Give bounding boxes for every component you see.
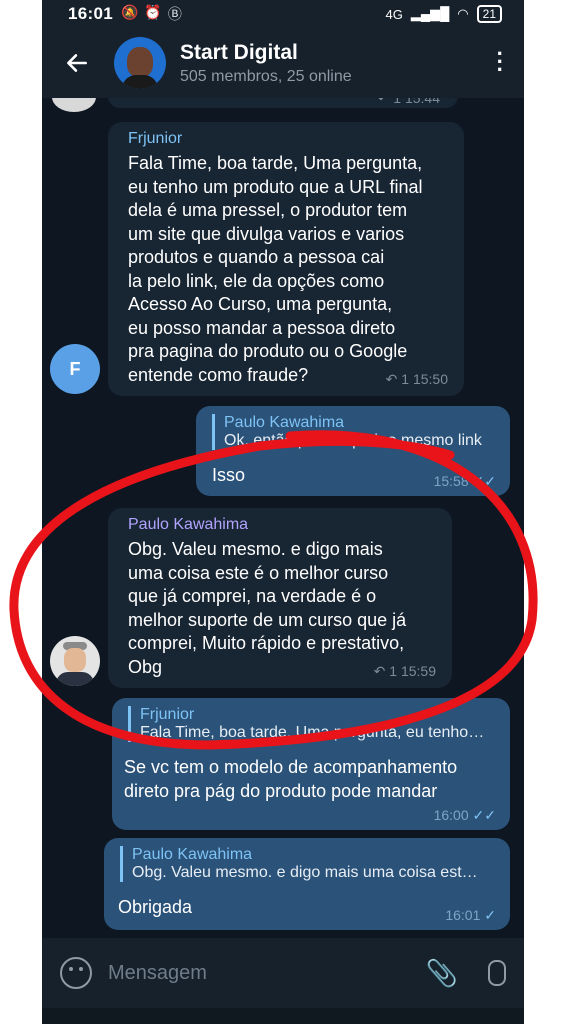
message-text: Fala Time, boa tarde, Uma pergunta, eu te…: [128, 153, 423, 385]
message-text: Obrigada: [118, 897, 193, 917]
more-vertical-icon[interactable]: · · ·: [497, 43, 504, 81]
reply-text: Ok. então pode repetir o mesmo link: [224, 432, 482, 449]
message-bubble[interactable]: Paulo Kawahima Obg. Valeu mesmo. e digo …: [108, 508, 452, 688]
avatar-face: [127, 47, 153, 77]
wifi-icon: ◠: [457, 6, 469, 21]
network-label: 4G: [385, 6, 403, 22]
sender-name: Frjunior: [128, 130, 183, 147]
status-bar: 16:01 🔕 ⏰ Ⓑ 4G ▂▄▆█ ◠ 21: [42, 0, 524, 28]
status-right: 4G ▂▄▆█ ◠ 21: [386, 5, 502, 23]
reply-name: Paulo Kawahima: [224, 414, 345, 431]
reply-text: Obg. Valeu mesmo. e digo mais uma coisa …: [132, 864, 478, 881]
reply-quote[interactable]: Paulo Kawahima Obg. Valeu mesmo. e digo …: [120, 846, 506, 882]
avatar[interactable]: [52, 98, 96, 112]
message-meta: ↶ 1 15:59: [373, 663, 436, 679]
message-meta: ↶ 1 15:50: [385, 371, 448, 387]
message-composer: Mensagem 📎: [42, 938, 524, 1008]
paperclip-icon[interactable]: 📎: [426, 958, 458, 989]
emoji-icon[interactable]: [60, 957, 92, 989]
reply-name: Paulo Kawahima: [132, 846, 253, 863]
message-text: Se vc tem o modelo de acompanhamento dire…: [124, 757, 458, 801]
message-bubble[interactable]: Frjunior Fala Time, boa tarde, Uma pergu…: [108, 122, 464, 396]
message-meta: 16:01 ✓: [445, 907, 496, 923]
message-meta: ↶ 1 15:44: [378, 98, 440, 107]
signal-icon: ▂▄▆█: [410, 6, 450, 21]
message-bubble[interactable]: Paulo Kawahima Obg. Valeu mesmo. e digo …: [104, 838, 510, 930]
avatar-body: [122, 75, 158, 89]
badge-icon: Ⓑ: [167, 6, 182, 22]
message-input[interactable]: Mensagem: [108, 962, 426, 985]
message-meta: 16:00 ✓✓: [433, 807, 496, 823]
reply-arrow-icon: ↶: [385, 371, 402, 387]
double-check-icon: ✓✓: [472, 807, 496, 823]
reply-text: Fala Time, boa tarde, Uma pergunta, eu t…: [140, 724, 485, 741]
sender-name: Paulo Kawahima: [128, 516, 249, 533]
group-title: Start Digital: [180, 40, 298, 64]
message-list: ↶ 1 15:44 Frjunior Fala Time, boa tarde,…: [42, 98, 524, 938]
message-meta: 15:58 ✓✓: [433, 473, 496, 489]
message-bubble[interactable]: Paulo Kawahima Ok. então pode repetir o …: [196, 406, 510, 496]
avatar[interactable]: F: [50, 344, 100, 394]
reply-arrow-icon: ↶: [377, 98, 394, 106]
notification-icons: 🔕 ⏰ Ⓑ: [121, 4, 182, 24]
reply-name: Frjunior: [140, 706, 195, 723]
phone-screen: 16:01 🔕 ⏰ Ⓑ 4G ▂▄▆█ ◠ 21 Start Digital 5…: [42, 0, 524, 1024]
group-subtitle: 505 membros, 25 online: [180, 67, 352, 85]
double-check-icon: ✓✓: [472, 473, 496, 489]
status-time: 16:01: [68, 4, 113, 23]
microphone-icon[interactable]: [488, 960, 506, 986]
battery-icon: 21: [476, 5, 502, 23]
system-nav-bar: [42, 1008, 524, 1024]
single-check-icon: ✓: [484, 907, 496, 923]
chat-header: Start Digital 505 membros, 25 online · · ·: [42, 28, 524, 98]
reply-quote[interactable]: Paulo Kawahima Ok. então pode repetir o …: [212, 414, 506, 450]
message-text: Obg. Valeu mesmo. e digo mais uma coisa e…: [128, 539, 407, 677]
reply-quote[interactable]: Frjunior Fala Time, boa tarde, Uma pergu…: [128, 706, 506, 742]
alarm-icon: ⏰: [144, 4, 162, 20]
back-arrow-icon[interactable]: [64, 50, 90, 76]
title-block[interactable]: Start Digital 505 membros, 25 online: [180, 41, 352, 86]
message-text: Isso: [212, 465, 246, 485]
group-avatar[interactable]: [114, 37, 166, 89]
message-bubble[interactable]: ↶ 1 15:44: [108, 98, 458, 108]
avatar[interactable]: [50, 636, 100, 686]
mute-icon: 🔕: [120, 4, 139, 20]
message-bubble[interactable]: Frjunior Fala Time, boa tarde, Uma pergu…: [112, 698, 510, 830]
reply-arrow-icon: ↶: [373, 663, 390, 679]
